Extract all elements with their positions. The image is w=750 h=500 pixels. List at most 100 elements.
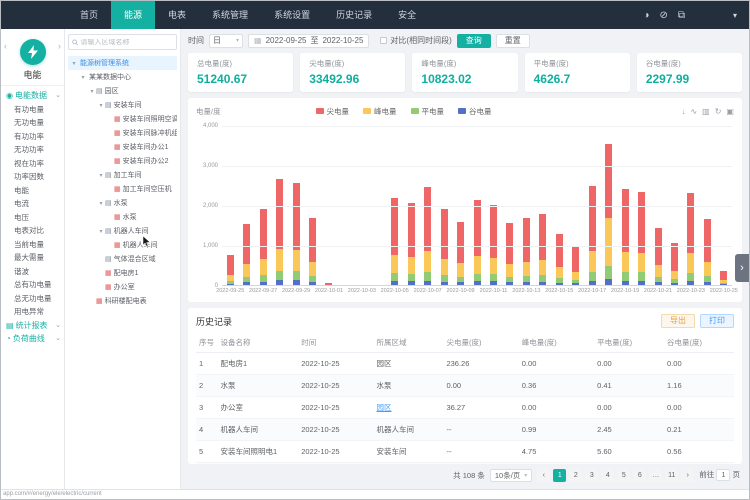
tree-node[interactable]: ▾ ▤ 园区	[68, 84, 177, 98]
tree-node[interactable]: ▦ 安装车间照明空调电表	[68, 112, 177, 126]
x-axis-tick: 2022-10-19	[611, 288, 639, 294]
tree-node[interactable]: ▦ 配电房1	[68, 266, 177, 280]
sidebar-menu-item[interactable]: ◔ 负荷曲线 ⌄	[1, 332, 64, 346]
page-button[interactable]: 3	[585, 469, 598, 482]
nav-item[interactable]: 电表	[155, 1, 199, 29]
tree-node[interactable]: ▦ 安装车间脉冲机组	[68, 126, 177, 140]
legend-item[interactable]: 平电量	[411, 106, 445, 117]
page-button[interactable]: 2	[569, 469, 582, 482]
tree-node[interactable]: ▾ ▤ 安装车间	[68, 98, 177, 112]
tree-search-input[interactable]	[80, 39, 173, 46]
area-link[interactable]: 园区	[377, 403, 392, 412]
nav-item[interactable]: 安全	[385, 1, 429, 29]
tree-node[interactable]: ▾ 某某数据中心	[68, 70, 177, 84]
nav-item[interactable]: 历史记录	[323, 1, 385, 29]
bar-chart-icon[interactable]: ▥	[702, 107, 710, 116]
legend-item[interactable]: 谷电量	[458, 106, 492, 117]
sidebar-menu-item[interactable]: 视在功率	[1, 157, 64, 171]
table-cell: 0.00	[664, 397, 734, 419]
tree-node[interactable]: ▦ 加工车间空压机	[68, 182, 177, 196]
print-button[interactable]: 打印	[700, 314, 734, 328]
page-button[interactable]: 6	[633, 469, 646, 482]
table-row[interactable]: 4机器人车间2022-10-25机器人车间--0.992.450.21	[196, 419, 734, 441]
table-row[interactable]: 2水泵2022-10-25水泵0.000.360.411.16	[196, 375, 734, 397]
page-button[interactable]: 1	[553, 469, 566, 482]
tree-caret-icon[interactable]: ▾	[97, 200, 105, 207]
module-next-arrow[interactable]: ›	[58, 41, 61, 51]
compare-checkbox[interactable]: 对比(相同时间段)	[380, 35, 451, 46]
tree-node[interactable]: ▦ 水泵	[68, 210, 177, 224]
legend-item[interactable]: 尖电量	[316, 106, 350, 117]
line-chart-icon[interactable]: ∿	[690, 107, 697, 116]
page-button[interactable]: 11	[665, 469, 678, 482]
tree-node[interactable]: ▾ ▤ 机器人车间	[68, 224, 177, 238]
date-range-picker[interactable]: ▦ 2022-09-25 至 2022-10-25	[248, 34, 369, 48]
sidebar-menu-item[interactable]: 总有功电量	[1, 278, 64, 292]
sidebar-menu-item[interactable]: 无功电量	[1, 116, 64, 130]
expand-panel-button[interactable]: ›	[735, 254, 749, 282]
page-button[interactable]: 5	[617, 469, 630, 482]
reset-button[interactable]: 重置	[496, 34, 530, 48]
tree-caret-icon[interactable]: ▾	[97, 228, 105, 235]
sidebar-menu-item[interactable]: 电表对比	[1, 224, 64, 238]
sidebar-menu-item[interactable]: 电流	[1, 197, 64, 211]
search-button[interactable]: 查询	[457, 34, 491, 48]
restore-icon[interactable]: ↻	[715, 107, 722, 116]
sidebar-menu-item[interactable]: 谐波	[1, 265, 64, 279]
sidebar-menu-item[interactable]: ▤ 统计报表 ⌄	[1, 319, 64, 333]
energy-module-icon[interactable]	[20, 39, 46, 65]
save-image-icon[interactable]: ▣	[726, 107, 734, 116]
nav-item[interactable]: 系统设置	[261, 1, 323, 29]
sidebar-menu-item[interactable]: 无功功率	[1, 143, 64, 157]
sidebar-menu-item[interactable]: 电能	[1, 184, 64, 198]
tree-node[interactable]: ▦ 机器人车间	[68, 238, 177, 252]
stacked-bar-chart[interactable]: 4,0003,0002,0001,0000	[222, 126, 732, 286]
download-icon[interactable]: ↓	[681, 107, 685, 116]
fullscreen-icon[interactable]: ⧉	[678, 10, 685, 21]
sidebar-menu-item[interactable]: 当前电量	[1, 238, 64, 252]
tree-node[interactable]: ▦ 办公室	[68, 280, 177, 294]
nav-item[interactable]: 首页	[67, 1, 111, 29]
nav-item[interactable]: 系统管理	[199, 1, 261, 29]
sidebar-menu-item[interactable]: 最大需量	[1, 251, 64, 265]
page-button[interactable]: ›	[681, 469, 694, 482]
tree-node[interactable]: ▾ ▤ 加工车间	[68, 168, 177, 182]
sidebar-menu-item[interactable]: 总无功电量	[1, 292, 64, 306]
table-row[interactable]: 1配电房12022-10-25园区236.260.000.000.00	[196, 353, 734, 375]
page-button[interactable]: …	[649, 469, 662, 482]
page-button[interactable]: 4	[601, 469, 614, 482]
tree-caret-icon[interactable]: ▾	[97, 102, 105, 109]
period-select[interactable]: 日 ▾	[209, 34, 243, 48]
sidebar-menu-item[interactable]: ◉ 电能数据 ⌄	[1, 89, 64, 103]
tree-node[interactable]: ▤ 气体混合区域	[68, 252, 177, 266]
sidebar-menu-item[interactable]: 用电异常	[1, 305, 64, 319]
tree-caret-icon[interactable]: ▾	[97, 172, 105, 179]
tree-caret-icon[interactable]: ▾	[70, 60, 78, 67]
tree-node[interactable]: ▦ 科研楼配电表	[68, 294, 177, 308]
goto-page-input[interactable]	[716, 469, 730, 481]
tree-node[interactable]: ▾ ▤ 水泵	[68, 196, 177, 210]
page-button[interactable]: ‹	[537, 469, 550, 482]
tree-caret-icon[interactable]: ▾	[79, 74, 87, 81]
legend-item[interactable]: 峰电量	[363, 106, 397, 117]
tree-node[interactable]: ▾ 能源树管理系统	[68, 56, 177, 70]
sidebar-menu-item[interactable]: 功率因数	[1, 170, 64, 184]
sidebar-menu-item[interactable]: 有功电量	[1, 103, 64, 117]
export-button[interactable]: 导出	[661, 314, 695, 328]
sidebar-menu-item[interactable]: 有功功率	[1, 130, 64, 144]
user-dropdown-caret-icon[interactable]: ▾	[733, 11, 737, 20]
tree-caret-icon[interactable]: ▾	[88, 88, 96, 95]
tree-node[interactable]: ▦ 安装车间办公1	[68, 140, 177, 154]
nav-item[interactable]: 能源	[111, 1, 155, 29]
table-row[interactable]: 5安装车间照明电12022-10-25安装车间--4.755.600.56	[196, 441, 734, 463]
bar-segment	[441, 259, 448, 275]
page-size-select[interactable]: 10条/页 ▾	[490, 469, 532, 482]
sidebar-menu-item[interactable]: 电压	[1, 211, 64, 225]
table-row[interactable]: 3办公室2022-10-25园区36.270.000.000.00	[196, 397, 734, 419]
module-prev-arrow[interactable]: ‹	[4, 41, 7, 51]
tree-node[interactable]: ▦ 安装车间办公2	[68, 154, 177, 168]
bar-segment	[572, 246, 579, 272]
bar-segment	[622, 281, 629, 285]
message-icon[interactable]: ⊘	[659, 10, 667, 21]
theme-icon[interactable]: ◑	[643, 10, 649, 21]
